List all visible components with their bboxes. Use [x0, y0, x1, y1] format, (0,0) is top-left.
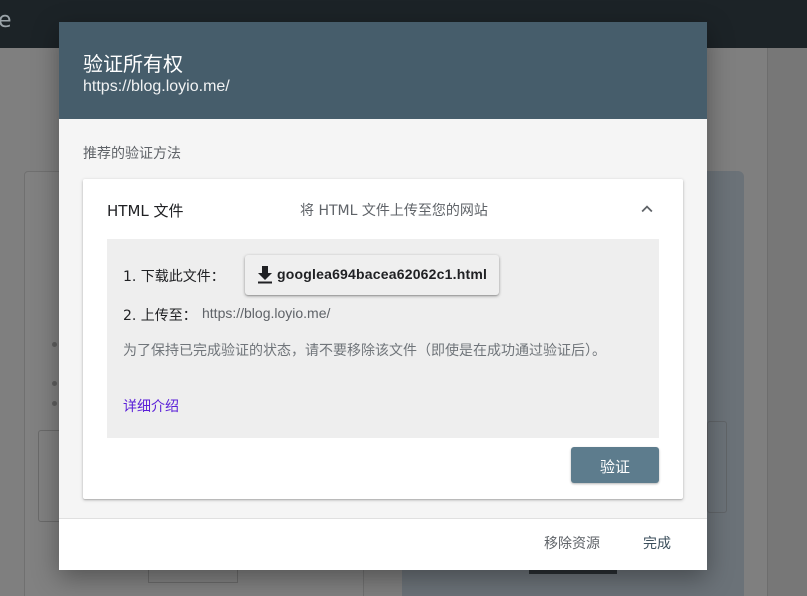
remove-property-button[interactable]: 移除资源 — [544, 533, 600, 553]
verify-ownership-dialog: 验证所有权 https://blog.loyio.me/ 推荐的验证方法 HTM… — [59, 22, 707, 570]
download-icon — [258, 266, 272, 284]
keep-file-note: 为了保持已完成验证的状态，请不要移除该文件（即使是在成功通过验证后）。 — [123, 343, 606, 359]
background-button — [148, 569, 238, 583]
chevron-up-icon[interactable] — [636, 198, 658, 220]
verify-button[interactable]: 验证 — [571, 447, 659, 483]
step-1-label: 1. 下载此文件： — [123, 269, 225, 285]
dialog-title: 验证所有权 — [83, 52, 183, 76]
step-2-label: 2. 上传至： — [123, 308, 197, 324]
background-button — [529, 570, 617, 574]
html-file-method-header[interactable]: HTML 文件 将 HTML 文件上传至您的网站 — [83, 179, 683, 239]
download-filename: googlea694bacea62062c1.html — [277, 266, 488, 282]
background-bullet — [52, 401, 57, 406]
html-file-method-card: HTML 文件 将 HTML 文件上传至您的网站 1. 下载此文件： googl… — [83, 179, 683, 499]
dialog-subtitle-url: https://blog.loyio.me/ — [83, 78, 230, 95]
download-file-button[interactable]: googlea694bacea62062c1.html — [245, 255, 499, 295]
dialog-header: 验证所有权 https://blog.loyio.me/ — [59, 22, 707, 119]
done-button[interactable]: 完成 — [643, 533, 671, 553]
steps-panel: 1. 下载此文件： googlea694bacea62062c1.html 2.… — [107, 239, 659, 438]
background-box — [707, 421, 727, 513]
background-right-strip — [767, 48, 807, 596]
learn-more-link[interactable]: 详细介绍 — [123, 396, 179, 416]
background-bullet — [52, 381, 57, 386]
dialog-content: 推荐的验证方法 HTML 文件 将 HTML 文件上传至您的网站 1. 下载此文… — [59, 119, 707, 518]
verify-button-label: 验证 — [599, 458, 630, 476]
method-description: 将 HTML 文件上传至您的网站 — [300, 203, 488, 219]
dialog-footer: 移除资源 完成 — [59, 518, 707, 570]
background-bullet — [52, 342, 57, 347]
upload-url: https://blog.loyio.me/ — [202, 305, 331, 321]
method-name: HTML 文件 — [107, 202, 184, 220]
recommended-methods-label: 推荐的验证方法 — [83, 146, 181, 162]
background-app-title: e — [0, 8, 12, 33]
